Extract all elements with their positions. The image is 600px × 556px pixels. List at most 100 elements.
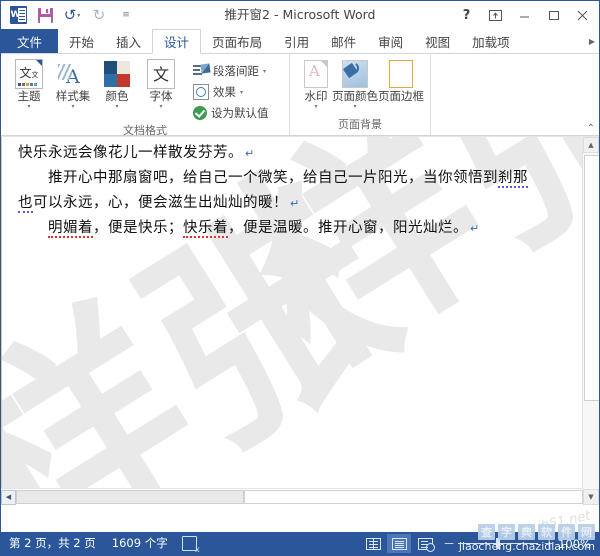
set-as-default-label: 设为默认值 [211,106,269,120]
zoom-slider[interactable] [458,538,539,549]
page-color-label: 页面颜色 [332,89,378,103]
page-borders-label: 页面边框 [378,89,424,103]
read-mode-view-button[interactable] [361,534,385,553]
paragraph-spacing-icon [193,63,211,78]
fonts-button[interactable]: 文 字体 ▾ [139,59,183,110]
proofing-errors-icon[interactable] [176,536,203,554]
colors-button[interactable]: 颜色 ▾ [95,59,139,110]
scroll-left-icon[interactable]: ◀ [1,489,16,505]
chevron-down-icon[interactable]: ▾ [159,103,162,110]
chevron-down-icon[interactable]: ▾ [353,103,356,110]
style-set-button[interactable]: A 样式集 ▾ [51,59,95,110]
tab-file[interactable]: 文件 [1,29,59,53]
scroll-down-icon[interactable]: ▼ [583,489,599,505]
set-as-default-button[interactable]: 设为默认值 [193,104,269,122]
text-run: ，便是快乐； [93,220,183,236]
text-run: ，便是温暖。推开心窗，阳光灿烂。 [228,220,468,236]
page-indicator[interactable]: 第 2 页，共 2 页 [1,532,104,555]
read-mode-icon [365,537,381,550]
horizontal-scrollbar[interactable]: ◀ [1,488,583,505]
print-layout-icon [391,537,407,550]
text-run: 快乐永远会像花儿一样散发芬芳。 [18,145,243,161]
effects-label: 效果 [213,85,236,99]
page-borders-button[interactable]: 页面边框 [378,59,424,103]
pilcrow-icon: ↵ [245,147,255,160]
minimize-button[interactable] [510,3,539,27]
page-color-icon [342,59,368,89]
grammar-error-run: 刹那 [498,170,528,188]
zoom-out-button[interactable]: － [443,535,455,552]
print-layout-view-button[interactable] [387,534,412,553]
zoom-in-button[interactable]: ＋ [543,535,555,552]
chevron-down-icon[interactable]: ▾ [71,103,74,110]
tab-references[interactable]: 引用 [273,29,320,53]
vertical-scroll-thumb[interactable] [584,155,599,401]
tabs-overflow-icon[interactable]: ▶ [585,29,599,53]
pilcrow-icon: ↵ [470,222,480,235]
web-layout-view-button[interactable] [413,534,437,553]
zoom-slider-thumb[interactable] [496,538,501,549]
tab-view[interactable]: 视图 [414,29,461,53]
tab-mailings[interactable]: 邮件 [320,29,367,53]
scroll-up-icon[interactable]: ▲ [583,137,599,153]
grammar-error-run: 也 [18,195,33,213]
pilcrow-icon: ↵ [290,197,300,210]
theme-icon: 文文 [15,59,43,89]
tab-page-layout[interactable]: 页面布局 [201,29,273,53]
chevron-down-icon[interactable]: ▾ [314,103,317,110]
ribbon-group-page-background: 水印 ▾ 页面颜色 ▾ 页面边框 页面背景 [289,54,430,135]
maximize-button[interactable] [539,3,568,27]
text-run: 可以永远，心，便会滋生出灿灿的暖！ [33,195,288,211]
effects-button[interactable]: 效果 ▾ [193,83,269,101]
word-window: W ↺ ▾ ↻ ≡ 推开窗2 - Microsoft Word ? 文件 开始 … [0,0,600,556]
page-color-button[interactable]: 页面颜色 ▾ [332,59,378,110]
web-layout-icon [417,537,435,552]
ribbon-tabs: 文件 开始 插入 设计 页面布局 引用 邮件 审阅 视图 加载项 ▶ [1,29,599,54]
title-bar: W ↺ ▾ ↻ ≡ 推开窗2 - Microsoft Word ? [1,1,599,29]
save-button[interactable] [32,3,58,27]
word-count[interactable]: 1609 个字 [104,532,176,555]
style-set-label: 样式集 [55,89,91,103]
tab-design[interactable]: 设计 [152,29,202,54]
horizontal-scroll-thumb[interactable] [16,490,244,504]
watermark-label: 水印 [304,89,328,103]
undo-button[interactable]: ↺ ▾ [59,3,85,27]
zoom-percent[interactable]: 100% [558,537,591,551]
spelling-error-run: 明媚着 [48,220,93,238]
close-button[interactable] [568,3,597,27]
document-line: 明媚着，便是快乐；快乐着，便是温暖。推开心窗，阳光灿烂。 ↵ [18,216,561,241]
page-borders-icon [389,59,413,89]
word-logo-icon[interactable]: W [5,3,31,27]
document-page[interactable]: 样张 样张 快乐永远会像花儿一样散发芬芳。 ↵ 推开心中那扇窗吧，给自己一个微笑，… [1,137,583,505]
ribbon-group-document-formatting: 文文 主题 ▾ A 样式集 ▾ 颜色 ▾ 文 字体 ▾ 段落间距 ▾ 效果 ▾ … [1,54,289,137]
style-set-icon: A [58,59,88,89]
document-line: 快乐永远会像花儿一样散发芬芳。 ↵ [18,141,561,166]
fonts-icon: 文 [147,59,175,89]
status-bar: 第 2 页，共 2 页 1609 个字 － ＋ 100% [1,532,599,555]
themes-label: 主题 [17,89,41,103]
document-area: 样张 样张 快乐永远会像花儿一样散发芬芳。 ↵ 推开心中那扇窗吧，给自己一个微笑，… [1,136,599,505]
fonts-label: 字体 [149,89,173,103]
ribbon: 文文 主题 ▾ A 样式集 ▾ 颜色 ▾ 文 字体 ▾ 段落间距 ▾ 效果 ▾ … [1,54,599,137]
customize-qat-button[interactable]: ≡ [113,3,139,27]
spelling-error-run: 快乐着 [183,220,228,238]
horizontal-scroll-track[interactable] [244,490,583,504]
themes-button[interactable]: 文文 主题 ▾ [7,59,51,110]
collapse-ribbon-button[interactable]: ⌃ [587,123,595,134]
chevron-down-icon[interactable]: ▾ [115,103,118,110]
tab-home[interactable]: 开始 [58,29,105,53]
text-run: 推开心中那扇窗吧，给自己一个微笑，给自己一片阳光，当你领悟到 [48,170,498,186]
chevron-down-icon[interactable]: ▾ [27,103,30,110]
tab-insert[interactable]: 插入 [105,29,152,53]
watermark-button[interactable]: 水印 ▾ [300,59,332,110]
ribbon-display-options-button[interactable] [481,3,510,27]
chevron-down-icon[interactable]: ▾ [240,89,243,96]
redo-button[interactable]: ↻ [86,3,112,27]
tab-addins[interactable]: 加载项 [461,29,521,53]
help-button[interactable]: ? [452,3,481,27]
paragraph-spacing-button[interactable]: 段落间距 ▾ [193,62,269,80]
chevron-down-icon[interactable]: ▾ [263,68,266,75]
document-text[interactable]: 快乐永远会像花儿一样散发芬芳。 ↵ 推开心中那扇窗吧，给自己一个微笑，给自己一片阳… [2,137,583,241]
tab-review[interactable]: 审阅 [367,29,414,53]
vertical-scrollbar[interactable]: ▲ ▼ [582,137,599,505]
